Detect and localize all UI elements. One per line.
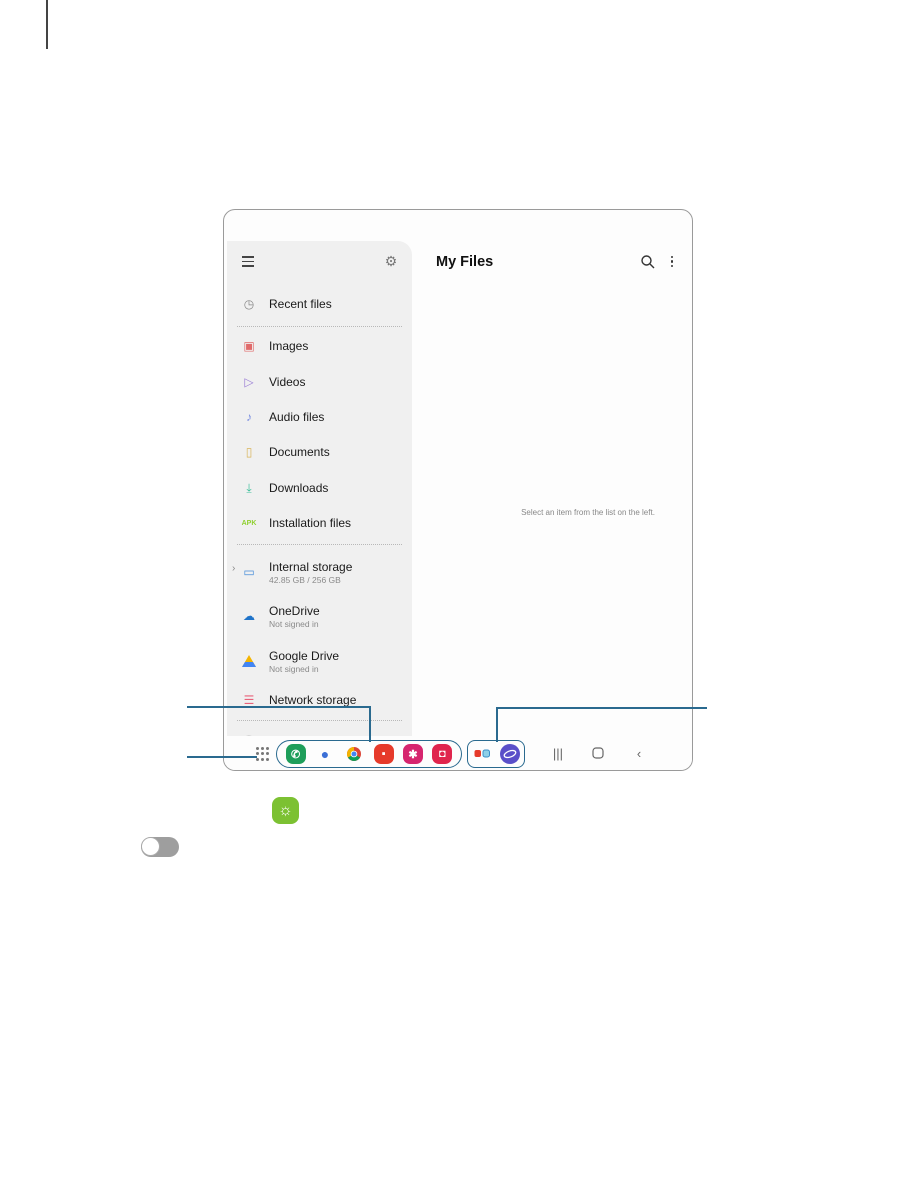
camera-app-icon[interactable]: ◘ [432, 744, 453, 764]
samsung-notes-app-icon[interactable]: ▪ [373, 744, 394, 764]
download-icon: ⤓ [246, 480, 252, 495]
image-icon: ▣ [243, 339, 255, 353]
drawer-item-images[interactable]: ▣ Images [227, 331, 412, 361]
empty-state-message: Select an item from the list on the left… [521, 508, 655, 517]
drawer-item-onedrive[interactable]: ☁ OneDrive Not signed in [227, 599, 412, 633]
recent-apps-button[interactable]: ||| [550, 745, 566, 761]
multi-window-app-icon[interactable] [473, 744, 491, 764]
phone-icon: ▭ [243, 565, 255, 579]
clock-icon: ◷ [243, 297, 255, 311]
video-icon: ▷ [244, 375, 254, 389]
settings-gear-icon[interactable]: ⚙ [383, 253, 399, 269]
callout-line-favorites [187, 706, 370, 708]
menu-icon[interactable] [242, 256, 254, 267]
display-brightness-icon: ☼ [272, 797, 299, 824]
drawer-item-recent-files[interactable]: ◷ Recent files [227, 289, 412, 319]
divider [237, 326, 402, 327]
drawer-item-videos[interactable]: ▷ Videos [227, 367, 412, 397]
tablet-screen: ⚙ ◷ Recent files ▣ Images ▷ Videos ♪ Aud… [223, 209, 693, 771]
drawer-item-internal-storage[interactable]: ▭ Internal storage 42.85 GB / 256 GB [227, 555, 412, 589]
callout-line-recent-drop [496, 707, 498, 742]
callout-line-favorites-drop [369, 706, 371, 742]
music-note-icon: ♪ [246, 410, 252, 424]
page-title: My Files [436, 254, 494, 270]
drawer-item-google-drive[interactable]: Google Drive Not signed in [227, 644, 412, 678]
recent-apps-dock [467, 740, 525, 768]
toggle-knob [141, 837, 160, 856]
drawer-item-downloads[interactable]: ⤓ Downloads [227, 473, 412, 503]
drawer-item-documents[interactable]: ▯ Documents [227, 437, 412, 467]
drawer-item-installation-files[interactable]: APK Installation files [227, 508, 412, 538]
favorite-apps-dock: ✆ ● ▪ ✱ ◘ [276, 740, 462, 768]
messages-app-icon[interactable]: ● [315, 744, 335, 764]
callout-line-apps [187, 756, 257, 758]
apk-icon: APK [241, 519, 257, 527]
divider [237, 720, 402, 721]
google-drive-icon [241, 653, 257, 669]
toggle-switch[interactable] [141, 837, 179, 857]
onedrive-icon: ☁ [243, 609, 255, 623]
drawer-item-network-storage[interactable]: ☰ Network storage [227, 685, 412, 715]
internet-app-icon[interactable] [499, 744, 520, 764]
galaxy-store-app-icon[interactable]: ✱ [402, 744, 423, 764]
home-button[interactable] [590, 745, 606, 761]
callout-line-recent [496, 707, 707, 709]
divider [237, 544, 402, 545]
back-button[interactable]: ‹ [631, 745, 647, 761]
chrome-app-icon[interactable] [344, 744, 364, 764]
taskbar: ✆ ● ▪ ✱ ◘ ||| ‹ [224, 736, 692, 770]
apps-grid-icon[interactable] [256, 747, 270, 761]
page-margin-rule [46, 0, 48, 49]
more-options-icon[interactable] [668, 254, 676, 270]
drawer-item-audio-files[interactable]: ♪ Audio files [227, 402, 412, 432]
search-icon[interactable] [640, 254, 656, 270]
document-icon: ▯ [245, 445, 253, 459]
navigation-drawer: ⚙ ◷ Recent files ▣ Images ▷ Videos ♪ Aud… [227, 241, 412, 770]
phone-app-icon[interactable]: ✆ [285, 744, 306, 764]
